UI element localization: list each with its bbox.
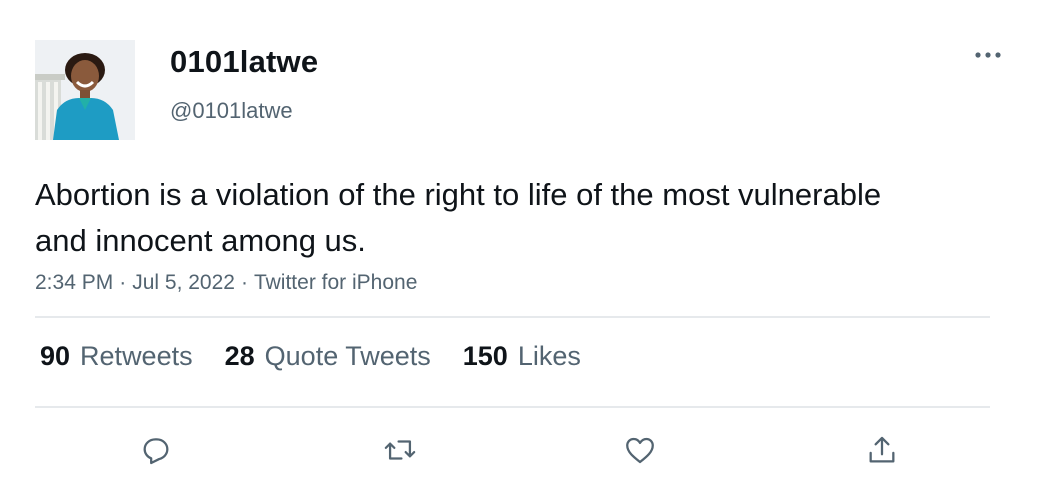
more-horizontal-icon [975,52,1001,58]
tweet-time[interactable]: 2:34 PM [35,271,113,294]
retweet-icon [384,440,416,460]
share-icon [869,436,895,463]
avatar-image [35,40,135,140]
display-name[interactable]: 0101latwe [170,44,318,80]
likes-count: 150 [462,341,508,371]
avatar[interactable] [35,40,135,140]
action-bar [0,430,1050,474]
tweet-date[interactable]: Jul 5, 2022 [132,271,235,294]
user-handle[interactable]: @0101latwe [170,98,293,124]
quote-tweets-label: Quote Tweets [264,341,431,371]
likes-label: Likes [517,341,581,371]
more-options-button[interactable] [970,40,1006,70]
quote-tweets-stat[interactable]: 28 Quote Tweets [225,341,431,372]
tweet-meta: 2:34 PM · Jul 5, 2022 · Twitter for iPhone [35,271,417,295]
engagement-stats: 90 Retweets 28 Quote Tweets 150 Likes [40,341,613,372]
reply-icon [143,438,169,465]
retweet-button[interactable] [378,430,422,470]
retweets-stat[interactable]: 90 Retweets [40,341,193,372]
heart-icon [626,437,654,464]
retweets-label: Retweets [80,341,193,371]
divider [35,316,990,318]
share-button[interactable] [860,430,904,470]
reply-button[interactable] [134,430,178,470]
divider [35,406,990,408]
quote-tweets-count: 28 [224,341,255,371]
tweet-text: Abortion is a violation of the right to … [35,177,882,258]
tweet-source[interactable]: Twitter for iPhone [254,271,417,294]
retweets-count: 90 [40,341,71,371]
like-button[interactable] [618,430,662,470]
meta-separator: · [119,271,127,294]
meta-separator: · [240,271,248,294]
likes-stat[interactable]: 150 Likes [463,341,581,372]
